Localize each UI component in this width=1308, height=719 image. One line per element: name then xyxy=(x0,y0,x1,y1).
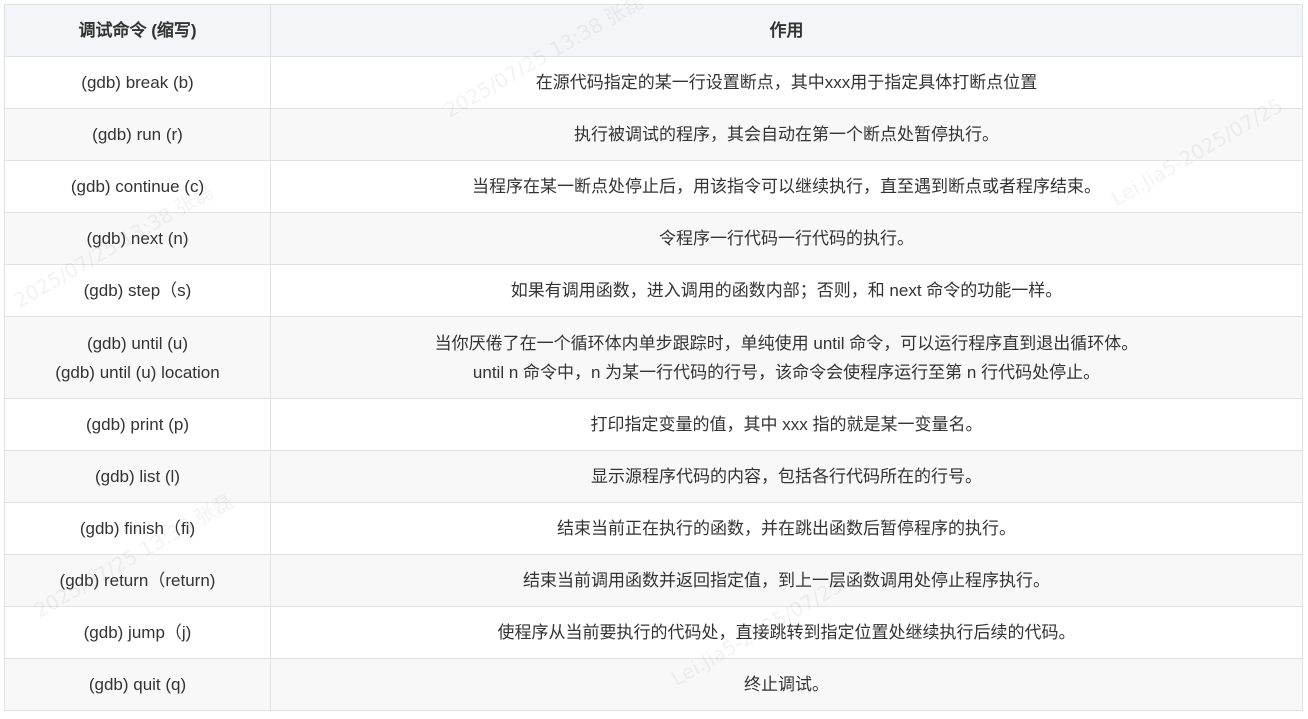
table-row: (gdb) finish（fi) 结束当前正在执行的函数，并在跳出函数后暂停程序… xyxy=(4,502,1303,555)
description-text: 在源代码指定的某一行设置断点，其中xxx用于指定具体打断点位置 xyxy=(535,73,1038,92)
description-text: until n 命令中，n 为某一行代码的行号，该命令会使程序运行至第 n 行代… xyxy=(472,362,1101,382)
command-cell: (gdb) continue (c) xyxy=(4,160,271,213)
command-text: (gdb) print (p) xyxy=(86,415,189,434)
description-text: 打印指定变量的值，其中 xxx 指的就是某一变量名。 xyxy=(590,415,983,434)
command-text: (gdb) step（s) xyxy=(83,281,192,300)
command-cell: (gdb) return（return) xyxy=(4,554,271,607)
command-cell: (gdb) step（s) xyxy=(4,264,271,317)
description-cell: 结束当前调用函数并返回指定值，到上一层函数调用处停止程序执行。 xyxy=(270,554,1303,607)
command-cell: (gdb) print (p) xyxy=(4,398,271,451)
description-text: 结束当前调用函数并返回指定值，到上一层函数调用处停止程序执行。 xyxy=(523,571,1050,590)
command-text: (gdb) until (u) xyxy=(86,333,189,353)
table-row: (gdb) until (u) (gdb) until (u) location… xyxy=(4,316,1303,399)
table-header-row: 调试命令 (缩写) 作用 xyxy=(4,4,1303,57)
command-text: (gdb) return（return) xyxy=(59,571,216,590)
description-text: 终止调试。 xyxy=(744,675,829,694)
description-cell: 在源代码指定的某一行设置断点，其中xxx用于指定具体打断点位置 xyxy=(270,56,1303,109)
command-text: (gdb) quit (q) xyxy=(88,675,187,694)
description-text: 令程序一行代码一行代码的执行。 xyxy=(659,229,914,248)
header-description: 作用 xyxy=(270,4,1303,57)
table-row: (gdb) quit (q) 终止调试。 xyxy=(4,658,1303,711)
command-cell: (gdb) finish（fi) xyxy=(4,502,271,555)
command-text: (gdb) jump（j) xyxy=(83,623,192,642)
description-cell: 执行被调试的程序，其会自动在第一个断点处暂停执行。 xyxy=(270,108,1303,161)
description-text: 显示源程序代码的内容，包括各行代码所在的行号。 xyxy=(591,467,982,486)
description-cell: 当程序在某一断点处停止后，用该指令可以继续执行，直至遇到断点或者程序结束。 xyxy=(270,160,1303,213)
command-cell: (gdb) quit (q) xyxy=(4,658,271,711)
command-text: (gdb) break (b) xyxy=(81,73,194,92)
table-row: (gdb) step（s) 如果有调用函数，进入调用的函数内部；否则，和 nex… xyxy=(4,264,1303,317)
command-text: (gdb) finish（fi) xyxy=(79,519,196,538)
command-cell: (gdb) break (b) xyxy=(4,56,271,109)
table-row: (gdb) next (n) 令程序一行代码一行代码的执行。 xyxy=(4,212,1303,265)
command-text: (gdb) list (l) xyxy=(94,467,180,486)
command-text: (gdb) continue (c) xyxy=(70,177,205,196)
description-text: 当你厌倦了在一个循环体内单步跟踪时，单纯使用 until 命令，可以运行程序直到… xyxy=(434,333,1139,353)
table-row: (gdb) continue (c) 当程序在某一断点处停止后，用该指令可以继续… xyxy=(4,160,1303,213)
gdb-command-table: 调试命令 (缩写) 作用 (gdb) break (b) 在源代码指定的某一行设… xyxy=(4,4,1303,711)
table-row: (gdb) return（return) 结束当前调用函数并返回指定值，到上一层… xyxy=(4,554,1303,607)
description-cell: 使程序从当前要执行的代码处，直接跳转到指定位置处继续执行后续的代码。 xyxy=(270,606,1303,659)
description-cell: 终止调试。 xyxy=(270,658,1303,711)
description-text: 当程序在某一断点处停止后，用该指令可以继续执行，直至遇到断点或者程序结束。 xyxy=(472,177,1101,196)
header-command: 调试命令 (缩写) xyxy=(4,4,271,57)
command-cell: (gdb) until (u) (gdb) until (u) location xyxy=(4,316,271,399)
command-text: (gdb) next (n) xyxy=(86,229,189,248)
table-row: (gdb) break (b) 在源代码指定的某一行设置断点，其中xxx用于指定… xyxy=(4,56,1303,109)
description-cell: 令程序一行代码一行代码的执行。 xyxy=(270,212,1303,265)
description-cell: 结束当前正在执行的函数，并在跳出函数后暂停程序的执行。 xyxy=(270,502,1303,555)
command-cell: (gdb) list (l) xyxy=(4,450,271,503)
description-text: 如果有调用函数，进入调用的函数内部；否则，和 next 命令的功能一样。 xyxy=(510,281,1063,300)
table-row: (gdb) jump（j) 使程序从当前要执行的代码处，直接跳转到指定位置处继续… xyxy=(4,606,1303,659)
command-text: (gdb) until (u) location xyxy=(55,362,220,382)
table-row: (gdb) run (r) 执行被调试的程序，其会自动在第一个断点处暂停执行。 xyxy=(4,108,1303,161)
description-cell: 如果有调用函数，进入调用的函数内部；否则，和 next 命令的功能一样。 xyxy=(270,264,1303,317)
command-cell: (gdb) next (n) xyxy=(4,212,271,265)
description-text: 结束当前正在执行的函数，并在跳出函数后暂停程序的执行。 xyxy=(557,519,1016,538)
command-table-container: 调试命令 (缩写) 作用 (gdb) break (b) 在源代码指定的某一行设… xyxy=(4,4,1303,711)
description-cell: 当你厌倦了在一个循环体内单步跟踪时，单纯使用 until 命令，可以运行程序直到… xyxy=(270,316,1303,399)
command-cell: (gdb) run (r) xyxy=(4,108,271,161)
description-cell: 显示源程序代码的内容，包括各行代码所在的行号。 xyxy=(270,450,1303,503)
command-cell: (gdb) jump（j) xyxy=(4,606,271,659)
description-text: 使程序从当前要执行的代码处，直接跳转到指定位置处继续执行后续的代码。 xyxy=(497,623,1076,642)
command-text: (gdb) run (r) xyxy=(92,125,183,144)
description-cell: 打印指定变量的值，其中 xxx 指的就是某一变量名。 xyxy=(270,398,1303,451)
description-text: 执行被调试的程序，其会自动在第一个断点处暂停执行。 xyxy=(574,125,999,144)
table-row: (gdb) print (p) 打印指定变量的值，其中 xxx 指的就是某一变量… xyxy=(4,398,1303,451)
table-row: (gdb) list (l) 显示源程序代码的内容，包括各行代码所在的行号。 xyxy=(4,450,1303,503)
